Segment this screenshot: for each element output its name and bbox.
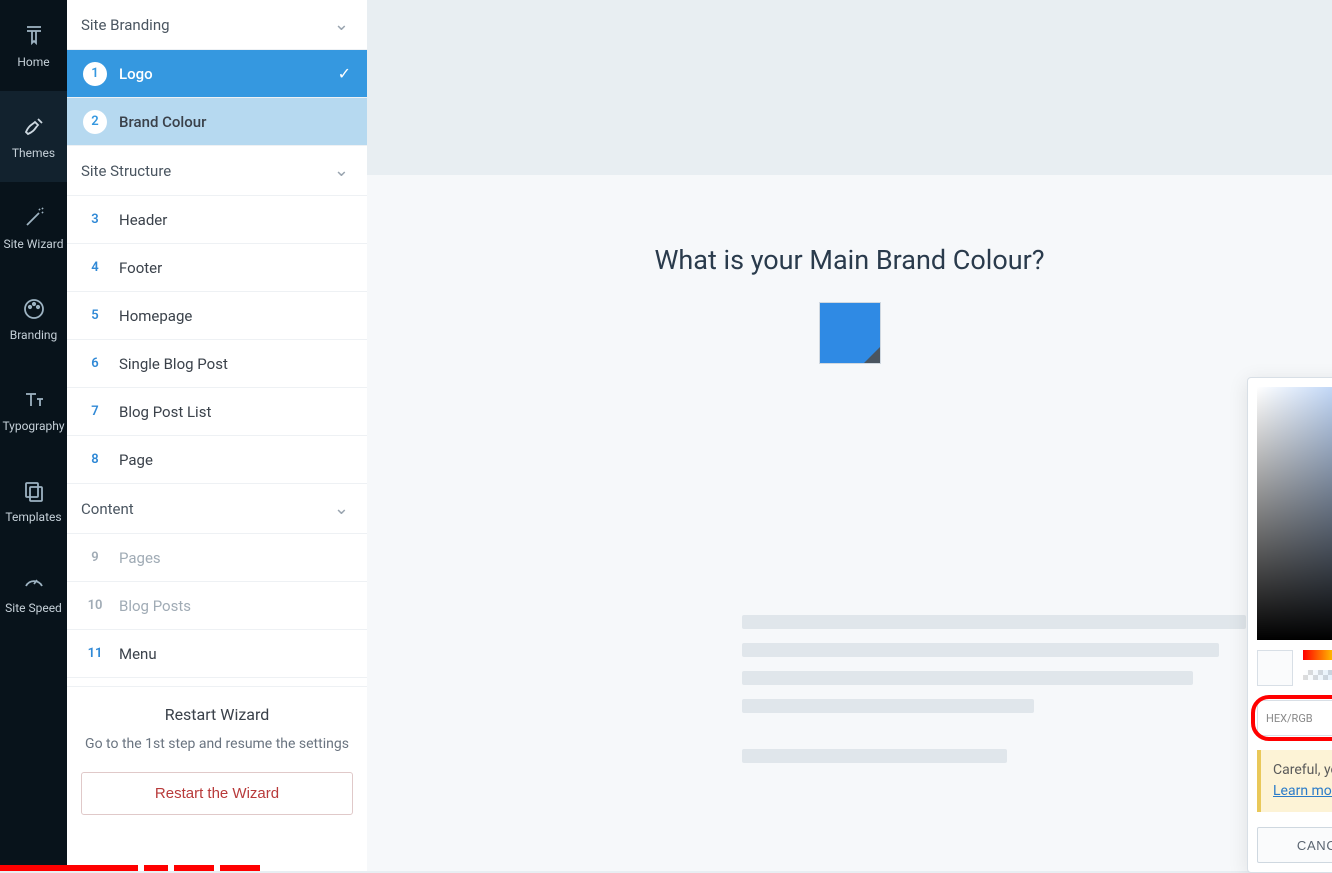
alpha-slider[interactable]: [1303, 670, 1332, 680]
nav-typography-label: Typography: [2, 419, 64, 433]
step-list-content: 9 Pages 10 Blog Posts 11 Menu: [67, 534, 367, 678]
page-title: What is your Main Brand Colour?: [654, 244, 1044, 276]
nav-home[interactable]: Home: [0, 0, 67, 91]
step-num: 11: [83, 642, 107, 666]
step-num: 10: [83, 594, 107, 618]
bottom-progress-strip: [0, 865, 260, 871]
step-num: 3: [83, 208, 107, 232]
step-num: 6: [83, 352, 107, 376]
templates-icon: [21, 478, 47, 504]
step-pages[interactable]: 9 Pages: [67, 534, 367, 582]
brand-colour-swatch[interactable]: [819, 302, 881, 364]
nav-home-label: Home: [17, 55, 49, 69]
step-num: 2: [83, 110, 107, 134]
wand-icon: [21, 205, 47, 231]
step-num: 5: [83, 304, 107, 328]
restart-desc: Go to the 1st step and resume the settin…: [81, 734, 353, 754]
step-blog-posts[interactable]: 10 Blog Posts: [67, 582, 367, 630]
step-label: Page: [119, 451, 153, 469]
nav-site-speed[interactable]: Site Speed: [0, 546, 67, 637]
home-icon: [21, 23, 47, 49]
step-footer[interactable]: 4 Footer: [67, 244, 367, 292]
learn-more-link[interactable]: Learn more: [1273, 783, 1332, 799]
warning-text: Careful, you are editing a global color.: [1273, 762, 1332, 778]
nav-templates-label: Templates: [5, 510, 61, 524]
hue-slider[interactable]: [1303, 650, 1332, 660]
nav-templates[interactable]: Templates: [0, 455, 67, 546]
step-header[interactable]: 3 Header: [67, 196, 367, 244]
current-colour-swatch: [1257, 650, 1293, 686]
restart-title: Restart Wizard: [81, 705, 353, 724]
step-single-blog-post[interactable]: 6 Single Blog Post: [67, 340, 367, 388]
chevron-down-icon: ⌄: [334, 160, 349, 181]
step-brand-colour[interactable]: 2 Brand Colour: [67, 98, 367, 146]
step-page[interactable]: 8 Page: [67, 436, 367, 484]
nav-branding[interactable]: Branding: [0, 273, 67, 364]
section-title: Site Structure: [81, 162, 171, 180]
typography-icon: [21, 387, 47, 413]
section-title: Content: [81, 500, 134, 518]
step-label: Single Blog Post: [119, 355, 228, 373]
step-label: Brand Colour: [119, 113, 206, 131]
cancel-button[interactable]: CANCEL: [1257, 827, 1332, 863]
warning-banner: Careful, you are editing a global color.…: [1257, 750, 1332, 812]
step-blog-post-list[interactable]: 7 Blog Post List: [67, 388, 367, 436]
step-list-branding: 1 Logo ✓ 2 Brand Colour: [67, 50, 367, 146]
nav-sitespeed-label: Site Speed: [5, 601, 62, 615]
step-num: 7: [83, 400, 107, 424]
palette-icon: [21, 296, 47, 322]
step-label: Footer: [119, 259, 162, 277]
left-nav-rail: Home Themes Site Wizard Branding Typogra…: [0, 0, 67, 871]
step-num: 9: [83, 546, 107, 570]
check-icon: ✓: [338, 64, 351, 83]
step-num: 1: [83, 62, 107, 86]
section-site-branding[interactable]: Site Branding ⌄: [67, 0, 367, 50]
step-logo[interactable]: 1 Logo ✓: [67, 50, 367, 98]
saturation-value-area[interactable]: ➤: [1257, 387, 1332, 640]
step-label: Logo: [119, 65, 153, 83]
gauge-icon: [21, 569, 47, 595]
step-label: Blog Post List: [119, 403, 211, 421]
section-content[interactable]: Content ⌄: [67, 484, 367, 534]
step-label: Homepage: [119, 307, 192, 325]
hex-label: HEX/RGB: [1258, 712, 1321, 725]
nav-site-wizard[interactable]: Site Wizard: [0, 182, 67, 273]
nav-wizard-label: Site Wizard: [3, 237, 63, 251]
nav-branding-label: Branding: [10, 328, 58, 342]
nav-typography[interactable]: Typography: [0, 364, 67, 455]
hex-input[interactable]: [1321, 701, 1332, 735]
color-picker-popover: ➤ HEX/RGB OPACITY Careful, you: [1247, 377, 1332, 873]
placeholder-lines: [742, 615, 1272, 777]
step-num: 8: [83, 448, 107, 472]
canvas: What is your Main Brand Colour? ➤ HEX/RG…: [367, 0, 1332, 871]
section-site-structure[interactable]: Site Structure ⌄: [67, 146, 367, 196]
step-menu[interactable]: 11 Menu: [67, 630, 367, 678]
step-label: Pages: [119, 549, 161, 567]
restart-wizard-button[interactable]: Restart the Wizard: [81, 772, 353, 815]
chevron-down-icon: ⌄: [334, 498, 349, 519]
step-label: Blog Posts: [119, 597, 191, 615]
step-homepage[interactable]: 5 Homepage: [67, 292, 367, 340]
restart-block: Restart Wizard Go to the 1st step and re…: [67, 686, 367, 825]
nav-themes[interactable]: Themes: [0, 91, 67, 182]
themes-icon: [21, 114, 47, 140]
nav-themes-label: Themes: [12, 146, 55, 160]
step-list-structure: 3 Header 4 Footer 5 Homepage 6 Single Bl…: [67, 196, 367, 484]
step-num: 4: [83, 256, 107, 280]
step-label: Menu: [119, 645, 157, 663]
wizard-panel: Site Branding ⌄ 1 Logo ✓ 2 Brand Colour …: [67, 0, 367, 871]
chevron-down-icon: ⌄: [334, 14, 349, 35]
section-title: Site Branding: [81, 16, 170, 34]
step-label: Header: [119, 211, 167, 229]
